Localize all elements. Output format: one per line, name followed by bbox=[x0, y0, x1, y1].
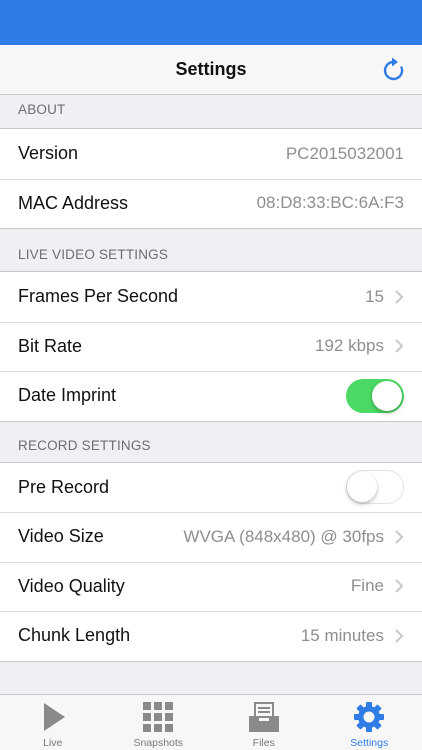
chevron-right-icon bbox=[395, 290, 404, 304]
row-chunk-length[interactable]: Chunk Length 15 minutes bbox=[0, 611, 422, 661]
row-label: Version bbox=[18, 143, 79, 164]
tab-label: Snapshots bbox=[133, 737, 184, 749]
row-version: Version PC2015032001 bbox=[0, 129, 422, 179]
tab-label: Settings bbox=[350, 737, 389, 749]
row-label: Date Imprint bbox=[18, 385, 117, 406]
tab-label: Files bbox=[252, 737, 275, 749]
row-value: 08:D8:33:BC:6A:F3 bbox=[256, 193, 404, 213]
section-header-live-video: LIVE VIDEO SETTINGS bbox=[0, 229, 422, 271]
row-label: Video Size bbox=[18, 526, 104, 547]
row-value: 15 minutes bbox=[300, 625, 384, 645]
play-icon bbox=[43, 703, 65, 731]
chevron-right-icon bbox=[395, 530, 404, 544]
settings-list: ABOUT Version PC2015032001 MAC Address 0… bbox=[0, 95, 422, 662]
row-video-size[interactable]: Video Size WVGA (848x480) @ 30fps bbox=[0, 512, 422, 562]
row-video-quality[interactable]: Video Quality Fine bbox=[0, 561, 422, 612]
row-value: Fine bbox=[350, 576, 384, 596]
row-label: MAC Address bbox=[18, 192, 129, 213]
row-value: 15 bbox=[365, 286, 384, 306]
row-value: 192 kbps bbox=[315, 336, 384, 356]
tab-files[interactable]: Files bbox=[211, 695, 317, 750]
tab-snapshots[interactable]: Snapshots bbox=[106, 695, 212, 750]
row-label: Pre Record bbox=[18, 476, 110, 497]
refresh-icon[interactable] bbox=[380, 56, 408, 84]
section-header-about: ABOUT bbox=[0, 95, 422, 128]
row-value: WVGA (848x480) @ 30fps bbox=[183, 526, 384, 546]
chevron-right-icon bbox=[395, 339, 404, 353]
row-label: Frames Per Second bbox=[18, 286, 179, 307]
row-mac-address: MAC Address 08:D8:33:BC:6A:F3 bbox=[0, 178, 422, 229]
status-bar bbox=[0, 0, 422, 45]
row-date-imprint: Date Imprint bbox=[0, 371, 422, 421]
tab-settings[interactable]: Settings bbox=[317, 695, 422, 750]
pre-record-toggle[interactable] bbox=[346, 470, 404, 505]
about-group: Version PC2015032001 MAC Address 08:D8:3… bbox=[0, 128, 422, 229]
row-label: Chunk Length bbox=[18, 625, 131, 646]
files-tray-icon bbox=[248, 702, 279, 732]
live-video-group: Frames Per Second 15 Bit Rate 192 kbps D… bbox=[0, 271, 422, 422]
date-imprint-toggle[interactable] bbox=[346, 378, 404, 413]
toggle-knob bbox=[347, 471, 377, 502]
row-label: Video Quality bbox=[18, 575, 125, 596]
toggle-knob bbox=[372, 380, 402, 411]
chevron-right-icon bbox=[395, 579, 404, 593]
navigation-bar: Settings bbox=[0, 45, 422, 95]
page-title: Settings bbox=[175, 59, 247, 79]
gear-icon bbox=[354, 702, 385, 732]
row-bit-rate[interactable]: Bit Rate 192 kbps bbox=[0, 321, 422, 372]
grid-icon bbox=[143, 702, 174, 732]
section-header-record: RECORD SETTINGS bbox=[0, 421, 422, 462]
row-pre-record: Pre Record bbox=[0, 463, 422, 513]
tab-live[interactable]: Live bbox=[0, 695, 106, 750]
tab-label: Live bbox=[43, 737, 63, 749]
row-value: PC2015032001 bbox=[285, 143, 404, 163]
record-group: Pre Record Video Size WVGA (848x480) @ 3… bbox=[0, 461, 422, 662]
chevron-right-icon bbox=[395, 629, 404, 643]
tab-bar: Live Snapshots Files Settings bbox=[0, 694, 422, 750]
row-label: Bit Rate bbox=[18, 335, 83, 356]
row-frames-per-second[interactable]: Frames Per Second 15 bbox=[0, 272, 422, 322]
